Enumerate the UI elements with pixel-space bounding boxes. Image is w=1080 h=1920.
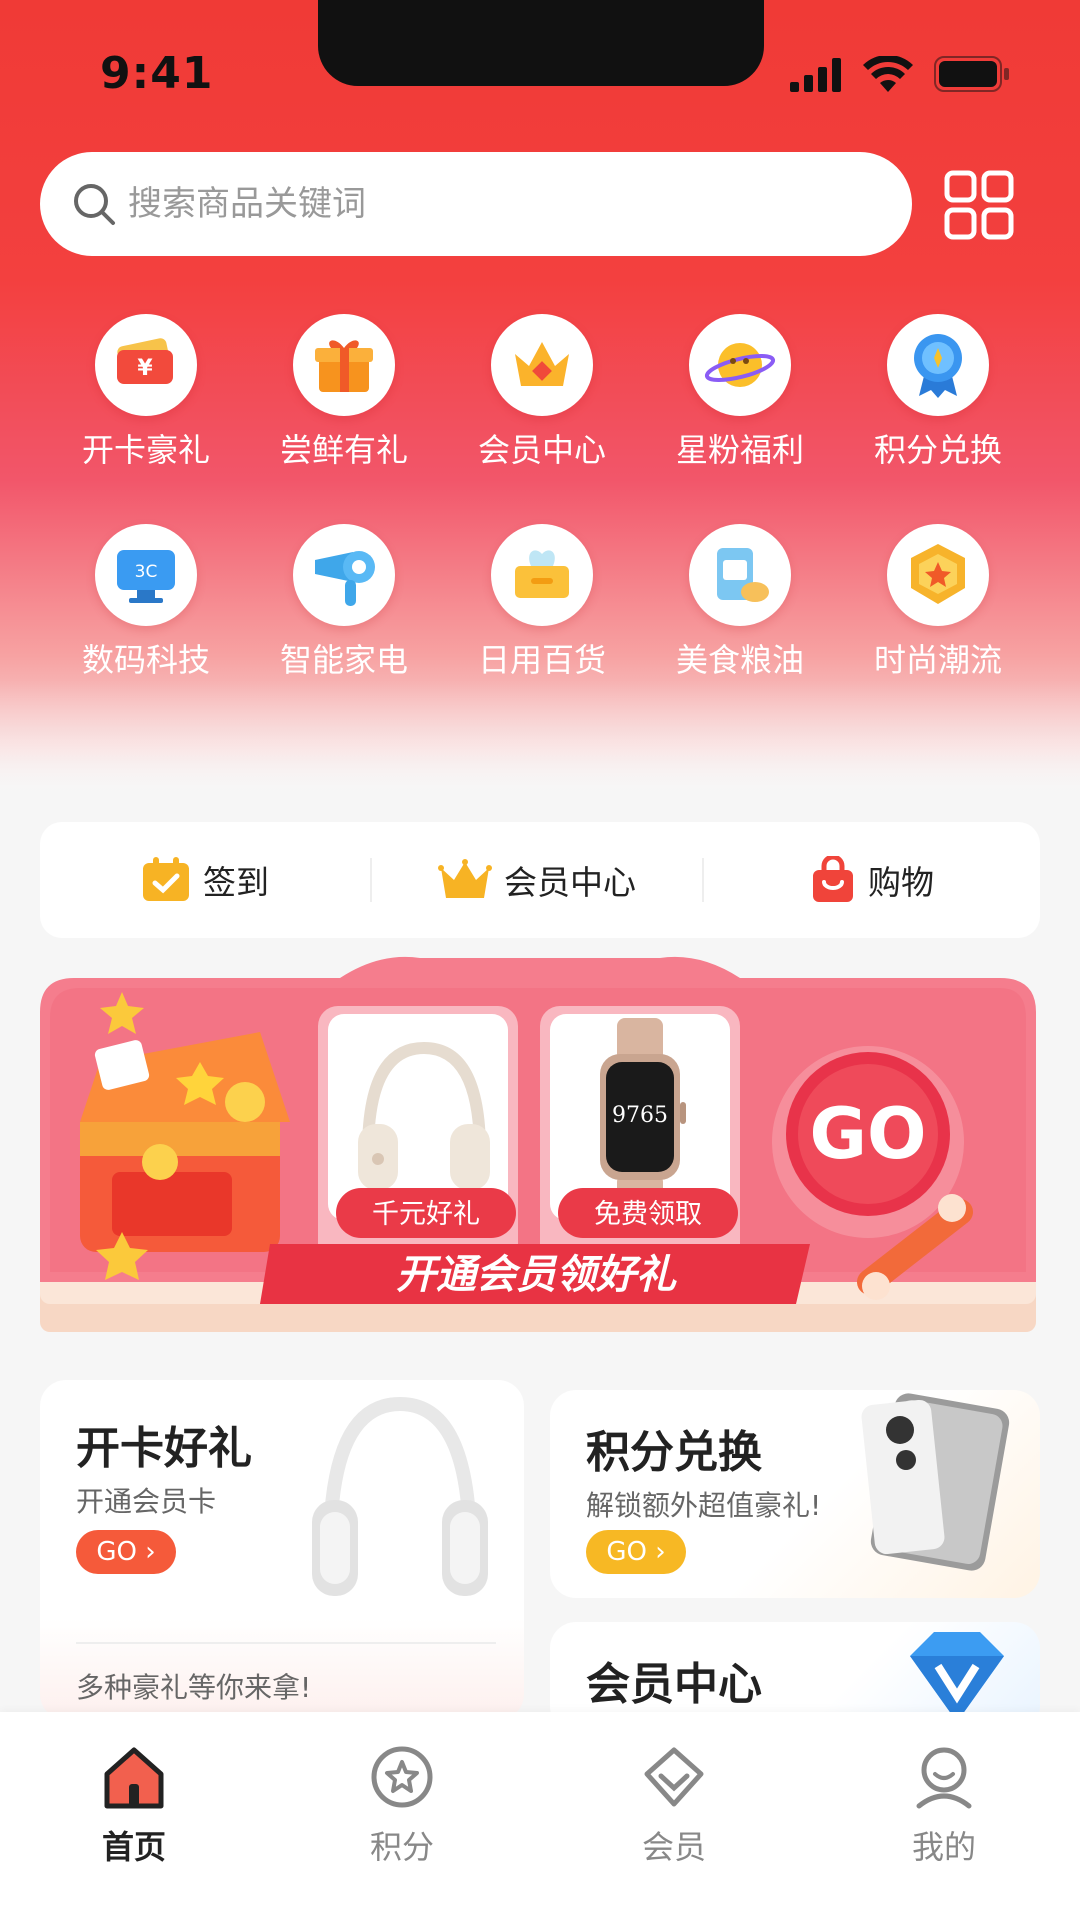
tissue-box-icon <box>515 550 569 598</box>
tab-mine[interactable]: 我的 <box>874 1742 1014 1868</box>
category-kaika-haoli[interactable]: ¥ 开卡豪礼 <box>56 314 236 470</box>
gift-box-icon <box>315 340 373 392</box>
category-label: 日用百货 <box>477 641 606 679</box>
promo-card-subtitle: 解锁额外超值豪礼! <box>586 1489 822 1522</box>
monitor-3c-icon: 3C <box>117 550 175 603</box>
category-label: 美食粮油 <box>675 641 804 679</box>
quick-link-member-center[interactable]: 会员中心 <box>372 822 702 938</box>
status-time: 9:41 <box>100 48 214 99</box>
promo-card-points-exchange[interactable]: 积分兑换 解锁额外超值豪礼! GO › <box>550 1390 1040 1598</box>
tab-points[interactable]: 积分 <box>332 1742 472 1868</box>
tab-label: 首页 <box>101 1828 166 1866</box>
banner-artwork: 9765 千元好礼 免费领取 GO 开通会员领好礼 <box>40 956 1036 1332</box>
rice-bag-icon <box>717 548 769 602</box>
banner-go-button[interactable]: GO <box>810 1093 927 1175</box>
category-label: 开卡豪礼 <box>81 431 210 469</box>
cellular-signal-icon <box>790 58 841 92</box>
search-placeholder: 搜索商品关键词 <box>128 184 366 224</box>
category-shishang-chaoliu[interactable]: 时尚潮流 <box>848 524 1028 680</box>
grid-menu-icon[interactable] <box>944 170 1014 240</box>
go-label: GO <box>606 1537 647 1567</box>
category-label: 积分兑换 <box>873 431 1002 469</box>
promo-card-subtitle: 开通会员卡 <box>76 1485 217 1518</box>
quick-link-shopping[interactable]: 购物 <box>704 822 1040 938</box>
category-label: 会员中心 <box>477 431 606 469</box>
go-label: GO <box>96 1537 137 1567</box>
promo-card-title: 积分兑换 <box>586 1427 762 1478</box>
home-icon <box>104 1747 164 1809</box>
promo-card-title: 会员中心 <box>586 1659 762 1710</box>
status-bar: 9:41 <box>0 0 1080 150</box>
planet-icon <box>704 343 776 387</box>
member-promo-banner[interactable]: 9765 千元好礼 免费领取 GO 开通会员领好礼 <box>40 952 1040 1340</box>
category-meishi-liangyou[interactable]: 美食粮油 <box>650 524 830 680</box>
tab-label: 我的 <box>911 1828 976 1866</box>
category-label: 智能家电 <box>279 641 408 679</box>
tab-label: 积分 <box>369 1828 434 1866</box>
search-icon <box>74 184 115 225</box>
quick-links-bar: 签到 会员中心 购物 <box>40 822 1040 938</box>
device-notch <box>318 0 764 86</box>
battery-icon <box>934 56 1009 92</box>
banner-tag-2: 免费领取 <box>594 1199 702 1230</box>
category-xingfen-fuli[interactable]: 星粉福利 <box>650 314 830 470</box>
headphones-image <box>312 1396 488 1596</box>
star-badge-icon <box>911 544 965 604</box>
category-label: 数码科技 <box>81 641 210 679</box>
crown-icon <box>515 342 569 386</box>
category-jifen-duihuan[interactable]: 积分兑换 <box>848 314 1028 470</box>
promo-card-title: 开卡好礼 <box>76 1423 252 1474</box>
promo-card-open-card[interactable]: 开卡好礼 开通会员卡 GO › 多种豪礼等你来拿! <box>40 1380 524 1720</box>
hair-dryer-icon <box>315 551 375 606</box>
quick-link-label: 会员中心 <box>504 863 636 902</box>
monitor-3c-text: 3C <box>135 562 158 582</box>
diamond-icon <box>644 1747 704 1807</box>
search-bar[interactable]: 搜索商品关键词 <box>40 152 912 256</box>
calendar-check-icon <box>143 857 189 901</box>
category-label: 时尚潮流 <box>873 641 1002 679</box>
category-changxian-youli[interactable]: 尝鲜有礼 <box>254 314 434 470</box>
category-shuma-keji[interactable]: 3C 数码科技 <box>56 524 236 680</box>
promo-card-go-button[interactable]: GO › <box>586 1530 686 1574</box>
divider <box>76 1642 496 1644</box>
bottom-tab-bar: 首页 积分 会员 我的 <box>0 1712 1080 1920</box>
user-icon <box>916 1747 972 1809</box>
category-huiyuan-zhongxin[interactable]: 会员中心 <box>452 314 632 470</box>
smartphone-image <box>861 1393 1010 1571</box>
quick-link-checkin[interactable]: 签到 <box>40 822 370 938</box>
diamond-image <box>910 1632 1004 1722</box>
promo-card-footer: 多种豪礼等你来拿! <box>76 1671 312 1704</box>
tab-member[interactable]: 会员 <box>604 1742 744 1868</box>
tab-label: 会员 <box>641 1828 706 1866</box>
promo-card-go-button[interactable]: GO › <box>76 1530 176 1574</box>
medal-icon <box>914 334 962 398</box>
category-label: 星粉福利 <box>675 431 804 469</box>
ticket-icon: ¥ <box>117 338 173 384</box>
category-zhineng-jiadian[interactable]: 智能家电 <box>254 524 434 680</box>
crown-icon <box>438 859 492 898</box>
star-circle-icon <box>371 1746 433 1808</box>
banner-tag-1: 千元好礼 <box>372 1199 480 1230</box>
tab-home[interactable]: 首页 <box>64 1742 204 1868</box>
category-label: 尝鲜有礼 <box>279 431 408 469</box>
svg-text:¥: ¥ <box>137 356 153 381</box>
watch-face-digits: 9765 <box>612 1103 668 1128</box>
quick-link-label: 签到 <box>203 863 269 902</box>
shopping-bag-icon <box>813 856 853 902</box>
wifi-icon <box>863 56 913 92</box>
quick-link-label: 购物 <box>868 863 934 902</box>
banner-slogan: 开通会员领好礼 <box>396 1252 677 1298</box>
category-riyong-baihuo[interactable]: 日用百货 <box>452 524 632 680</box>
